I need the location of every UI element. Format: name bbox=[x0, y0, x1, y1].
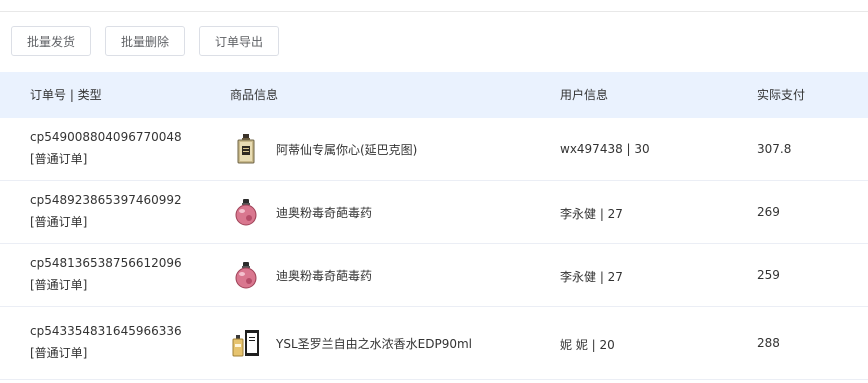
order-type: [普通订单] bbox=[30, 215, 88, 229]
order-number[interactable]: cp548136538756612096 bbox=[30, 252, 182, 274]
batch-ship-button[interactable]: 批量发货 bbox=[11, 26, 92, 56]
batch-delete-button[interactable]: 批量删除 bbox=[105, 26, 186, 56]
product-name[interactable]: 迪奥粉毒奇葩毒药 bbox=[276, 204, 372, 221]
perfume-bottle-pink-icon[interactable] bbox=[230, 196, 262, 228]
product-name[interactable]: 阿蒂仙专属你心(延巴克图) bbox=[276, 141, 417, 158]
order-cell: cp548923865397460992 [普通订单] bbox=[30, 189, 182, 233]
product-name[interactable]: YSL圣罗兰自由之水浓香水EDP90ml bbox=[276, 335, 472, 352]
header-user: 用户信息 bbox=[560, 88, 609, 102]
order-cell: cp549008804096770048 [普通订单] bbox=[30, 126, 182, 170]
order-number[interactable]: cp548923865397460992 bbox=[30, 189, 182, 211]
table-row[interactable]: cp543354831645966336 [普通订单] YSL圣罗兰自由之水浓香… bbox=[0, 307, 868, 380]
perfume-bottle-pink-icon[interactable] bbox=[230, 259, 262, 291]
order-type: [普通订单] bbox=[30, 152, 88, 166]
top-divider bbox=[0, 11, 868, 12]
order-number[interactable]: cp549008804096770048 bbox=[30, 126, 182, 148]
perfume-box-ysl-icon[interactable] bbox=[230, 327, 262, 359]
order-cell: cp548136538756612096 [普通订单] bbox=[30, 252, 182, 296]
goods-cell: YSL圣罗兰自由之水浓香水EDP90ml bbox=[230, 327, 472, 359]
paid-amount: 307.8 bbox=[757, 142, 792, 156]
product-name[interactable]: 迪奥粉毒奇葩毒药 bbox=[276, 267, 372, 284]
orders-table: 订单号 | 类型 商品信息 用户信息 实际支付 cp54900880409677… bbox=[0, 72, 868, 380]
user-info[interactable]: 妮 妮 | 20 bbox=[560, 336, 615, 353]
export-orders-button[interactable]: 订单导出 bbox=[199, 26, 280, 56]
header-goods: 商品信息 bbox=[230, 88, 279, 102]
table-row[interactable]: cp549008804096770048 [普通订单] 阿蒂仙专属你心(延巴克图… bbox=[0, 118, 868, 181]
table-header: 订单号 | 类型 商品信息 用户信息 实际支付 bbox=[0, 72, 868, 118]
order-type: [普通订单] bbox=[30, 278, 88, 292]
user-info[interactable]: 李永健 | 27 bbox=[560, 205, 623, 222]
user-info[interactable]: 李永健 | 27 bbox=[560, 268, 623, 285]
goods-cell: 阿蒂仙专属你心(延巴克图) bbox=[230, 133, 417, 165]
order-type: [普通订单] bbox=[30, 346, 88, 360]
order-cell: cp543354831645966336 [普通订单] bbox=[30, 320, 182, 364]
toolbar: 批量发货 批量删除 订单导出 bbox=[11, 26, 280, 56]
user-info[interactable]: wx497438 | 30 bbox=[560, 142, 650, 156]
table-row[interactable]: cp548136538756612096 [普通订单] 迪奥粉毒奇葩毒药 李永健… bbox=[0, 244, 868, 307]
paid-amount: 259 bbox=[757, 268, 780, 282]
paid-amount: 269 bbox=[757, 205, 780, 219]
header-order: 订单号 | 类型 bbox=[30, 88, 102, 102]
paid-amount: 288 bbox=[757, 336, 780, 350]
goods-cell: 迪奥粉毒奇葩毒药 bbox=[230, 196, 372, 228]
order-number[interactable]: cp543354831645966336 bbox=[30, 320, 182, 342]
header-pay: 实际支付 bbox=[757, 88, 806, 102]
table-row[interactable]: cp548923865397460992 [普通订单] 迪奥粉毒奇葩毒药 李永健… bbox=[0, 181, 868, 244]
perfume-bottle-gold-icon[interactable] bbox=[230, 133, 262, 165]
goods-cell: 迪奥粉毒奇葩毒药 bbox=[230, 259, 372, 291]
